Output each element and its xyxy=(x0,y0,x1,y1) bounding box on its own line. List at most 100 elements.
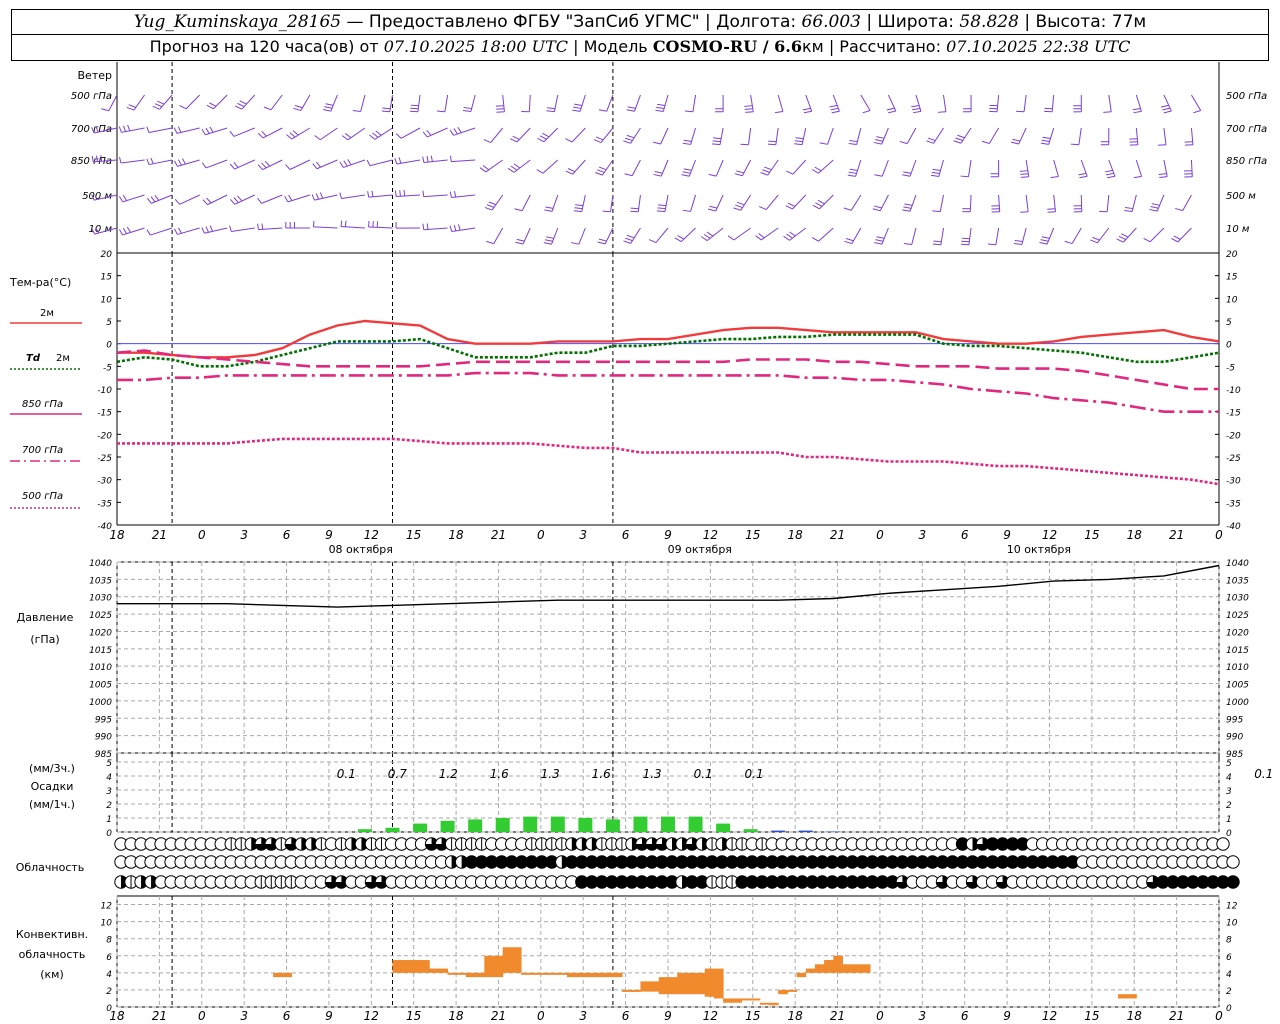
wind-barb xyxy=(1050,159,1059,179)
conv-x-tick: 15 xyxy=(745,1009,760,1023)
wind-barb xyxy=(449,155,476,163)
day-label: 10 октября xyxy=(1007,543,1071,556)
wind-barb xyxy=(802,94,813,114)
wind-barb xyxy=(684,94,697,113)
precip-amount-label: 0.1 xyxy=(745,767,764,781)
wind-barb xyxy=(767,127,779,146)
wind-barb xyxy=(479,159,503,173)
wind-barb xyxy=(449,191,476,199)
wind-barb xyxy=(146,227,173,236)
wind-barb xyxy=(1160,94,1172,114)
temp-tick-right: 0 xyxy=(1226,341,1232,351)
wind-barb xyxy=(602,194,614,213)
conv-bar xyxy=(392,960,403,973)
precip-tick-left: 1 xyxy=(106,815,112,825)
wind-barb xyxy=(819,127,834,145)
wind-barb xyxy=(1064,227,1082,245)
wind-barb xyxy=(682,127,697,145)
wind-barb xyxy=(848,127,862,146)
conv-bar xyxy=(539,972,550,975)
wind-barb xyxy=(484,194,504,211)
temp-x-tick: 18 xyxy=(788,528,804,542)
wind-barb xyxy=(202,194,228,206)
wind-barb xyxy=(937,94,947,113)
wind-barb xyxy=(744,94,754,113)
wind-barb xyxy=(543,227,559,245)
precip-title-3h: (мм/3ч.) xyxy=(29,762,75,775)
wind-barb xyxy=(1047,194,1057,213)
wind-barb xyxy=(312,159,338,170)
pressure-tick-right: 1010 xyxy=(1226,663,1249,673)
conv-tick-right: 6 xyxy=(1226,953,1232,963)
wind-barb xyxy=(930,159,944,177)
wind-barb xyxy=(981,127,1000,144)
wind-barb xyxy=(990,159,1000,178)
wind-barb xyxy=(1090,227,1110,244)
temp-tick-right: 10 xyxy=(1226,295,1238,305)
wind-barb xyxy=(119,156,145,164)
precip-bar xyxy=(523,816,538,832)
wind-barb xyxy=(352,94,366,113)
precip-bar xyxy=(798,830,813,832)
wind-barb xyxy=(173,158,200,167)
wind-barb xyxy=(367,190,393,198)
conv-bar xyxy=(521,972,531,975)
temp-x-tick: 3 xyxy=(918,528,926,542)
conv-x-tick: 15 xyxy=(1084,1009,1099,1023)
wind-barb xyxy=(285,159,311,170)
conv-bar xyxy=(851,964,862,973)
wind-level-label-left: 700 гПа xyxy=(71,124,112,135)
wind-barb xyxy=(311,192,338,201)
wind-barb xyxy=(1132,94,1142,114)
conv-bar xyxy=(713,968,724,999)
temp-x-tick: 15 xyxy=(745,528,760,542)
wind-barb xyxy=(462,94,476,113)
conv-x-tick: 12 xyxy=(364,1009,379,1023)
conv-x-tick: 21 xyxy=(491,1009,506,1023)
temp-x-tick: 0 xyxy=(1215,528,1223,542)
temp-x-tick: 15 xyxy=(1084,528,1099,542)
precip-bar xyxy=(771,830,786,832)
conv-bar xyxy=(732,998,742,1003)
conv-tick-left: 6 xyxy=(106,953,112,963)
wind-barb xyxy=(486,227,504,245)
wind-barb xyxy=(1175,194,1192,212)
wind-barb xyxy=(422,223,448,231)
wind-barb xyxy=(340,220,365,229)
conv-title-1: Конвективн. xyxy=(16,928,88,941)
conv-bar xyxy=(585,972,596,978)
temp-tick-right: -25 xyxy=(1226,454,1241,464)
wind-barb xyxy=(783,227,807,241)
conv-bar xyxy=(447,972,458,975)
wind-barb xyxy=(206,94,228,110)
conv-bar xyxy=(456,972,467,975)
pressure-tick-right: 1000 xyxy=(1226,698,1249,708)
temp-x-tick: 12 xyxy=(1042,528,1057,542)
conv-bar xyxy=(833,955,843,973)
conv-x-tick: 3 xyxy=(240,1009,248,1023)
wind-barb xyxy=(507,159,531,173)
temp-x-tick: 9 xyxy=(1003,528,1011,542)
wind-barb xyxy=(1016,94,1027,113)
wind-barb xyxy=(775,94,784,114)
conv-tick-left: 10 xyxy=(101,919,113,929)
precip-bar xyxy=(495,818,510,832)
legend-2m-label: 2м xyxy=(40,308,54,319)
wind-barb xyxy=(733,194,752,211)
conv-bar xyxy=(796,972,807,978)
wind-barb xyxy=(1073,194,1083,213)
conv-tick-right: 12 xyxy=(1226,902,1238,912)
wind-barb xyxy=(682,194,697,212)
wind-barb xyxy=(201,126,228,136)
precip-tick-left: 4 xyxy=(106,773,112,783)
temp-x-tick: 0 xyxy=(198,528,206,542)
wind-barb xyxy=(544,194,559,212)
wind-barb xyxy=(785,159,807,175)
wind-barb xyxy=(229,194,255,205)
conv-bar xyxy=(741,998,752,1001)
conv-bar xyxy=(824,960,834,973)
wind-barb xyxy=(1184,127,1194,146)
conv-tick-right: 0 xyxy=(1226,1004,1232,1014)
wind-barb xyxy=(257,194,283,204)
conv-x-tick: 18 xyxy=(448,1009,464,1023)
